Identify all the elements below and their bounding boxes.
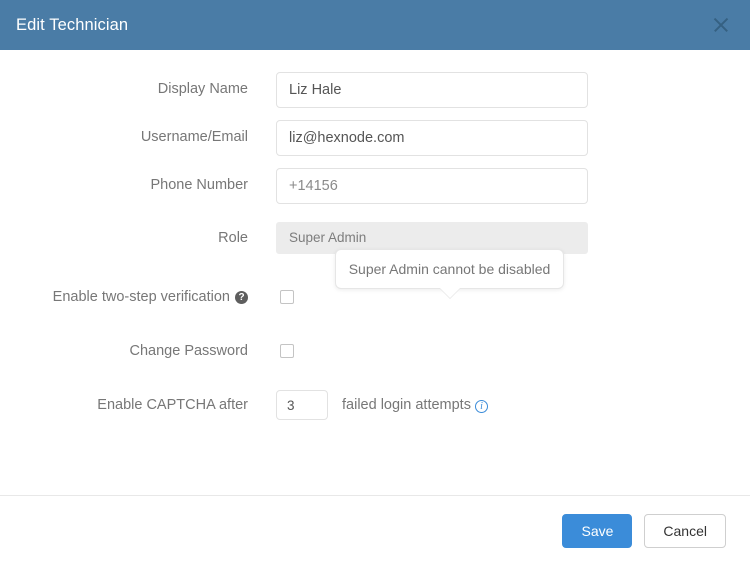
username-email-control xyxy=(276,120,588,156)
dialog-footer: Save Cancel xyxy=(0,495,750,566)
captcha-attempts-input[interactable] xyxy=(276,390,328,420)
dialog-title: Edit Technician xyxy=(16,15,129,34)
display-name-input[interactable] xyxy=(276,72,588,108)
phone-number-control xyxy=(276,168,588,204)
two-step-label: Enable two-step verification xyxy=(52,289,230,305)
tooltip-text: Super Admin cannot be disabled xyxy=(348,261,551,277)
form-row-display-name: Display Name xyxy=(0,72,750,108)
captcha-suffix-label: failed login attempts xyxy=(342,397,471,413)
close-icon[interactable] xyxy=(710,14,732,36)
role-label: Role xyxy=(218,230,248,246)
display-name-control xyxy=(276,72,588,108)
phone-number-input[interactable] xyxy=(276,168,588,204)
cancel-button[interactable]: Cancel xyxy=(644,514,726,548)
username-email-input[interactable] xyxy=(276,120,588,156)
info-circle-icon[interactable]: i xyxy=(474,400,488,413)
form-row-username-email: Username/Email xyxy=(0,120,750,156)
captcha-suffix-wrap: failed login attempts i xyxy=(342,390,488,420)
tooltip-super-admin: Super Admin cannot be disabled xyxy=(335,249,564,299)
dialog-body: Display Name Username/Email Phone Number… xyxy=(0,50,750,495)
help-circle-icon[interactable]: ? xyxy=(235,291,248,304)
display-name-label: Display Name xyxy=(157,81,248,97)
change-password-label: Change Password xyxy=(129,343,249,359)
dialog-header: Edit Technician xyxy=(0,0,750,50)
edit-technician-dialog: Edit Technician Display Name Username/Em… xyxy=(0,0,750,566)
two-step-label-wrap: Enable two-step verification? xyxy=(0,280,248,314)
two-step-checkbox[interactable] xyxy=(280,290,294,304)
two-step-control xyxy=(276,280,297,307)
captcha-control: failed login attemptsi xyxy=(276,390,488,420)
save-button[interactable]: Save xyxy=(562,514,633,548)
form-row-captcha: Enable CAPTCHA after failed login attemp… xyxy=(0,390,750,420)
change-password-checkbox[interactable] xyxy=(280,344,294,358)
form-row-phone-number: Phone Number xyxy=(0,168,750,204)
phone-number-label: Phone Number xyxy=(150,177,248,193)
form-row-change-password: Change Password xyxy=(0,334,750,368)
username-email-label: Username/Email xyxy=(140,129,248,145)
change-password-control xyxy=(276,334,297,361)
captcha-label: Enable CAPTCHA after xyxy=(97,397,248,413)
